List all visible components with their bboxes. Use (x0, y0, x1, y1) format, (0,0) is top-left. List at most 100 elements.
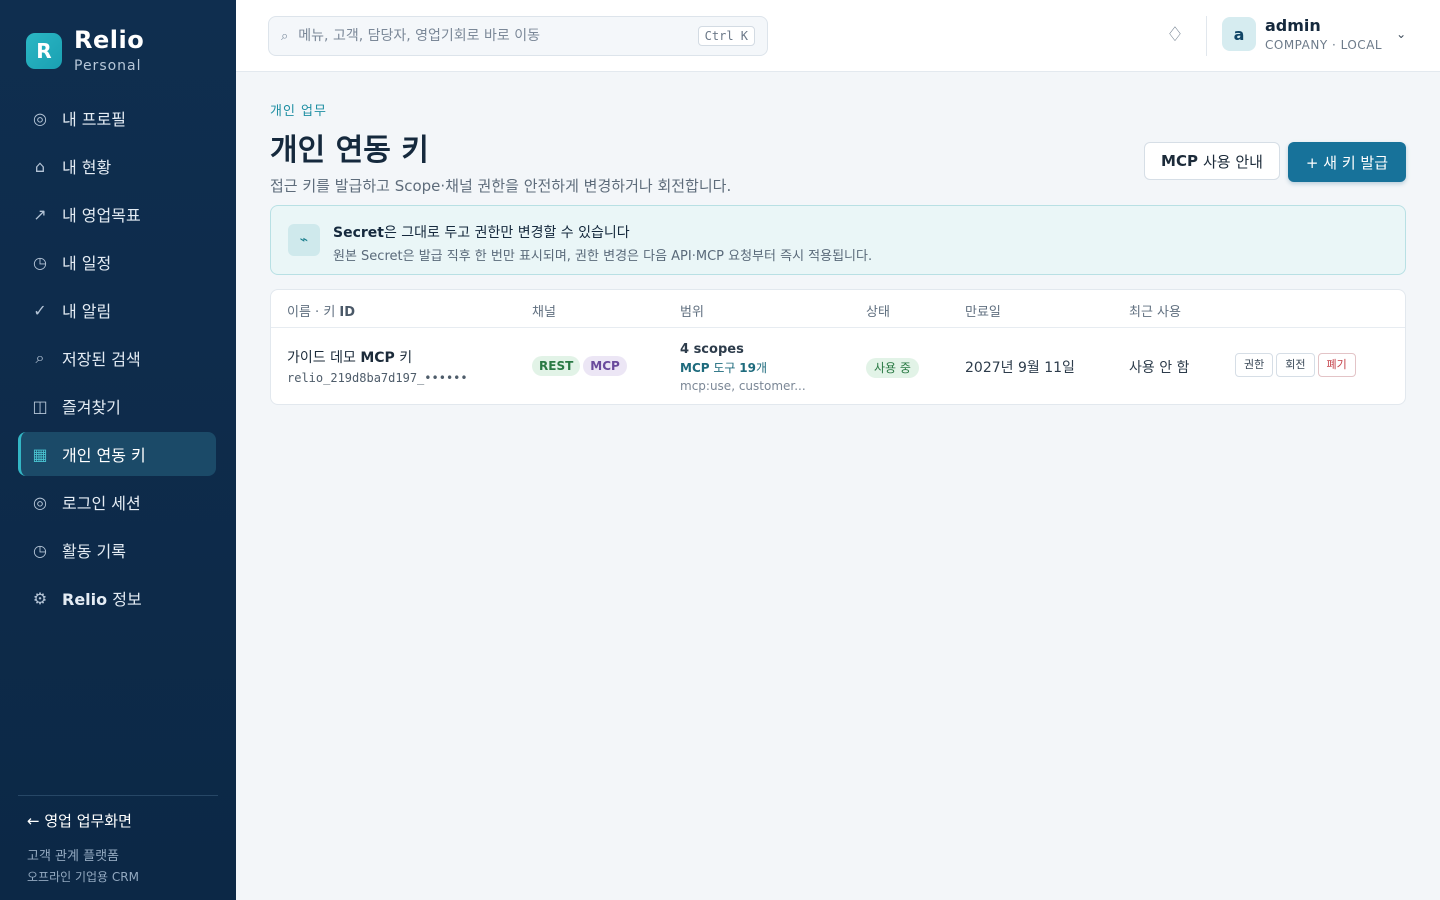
scope-mcp-tools: MCP 도구 19개 (680, 359, 806, 376)
main-content: 개인 업무 개인 연동 키 접근 키를 발급하고 Scope·채널 권한을 안전… (270, 100, 1406, 405)
topbar: ⌕ Ctrl K ♢ a admin COMPANY · LOCAL ⌄ (236, 0, 1440, 72)
mcp-guide-button-bold: MCP (1161, 152, 1198, 170)
divider (1206, 16, 1207, 56)
channel-cell: REST MCP (532, 355, 630, 376)
keys-table: 이름 · 키 ID 채널 범위 상태 만료일 최근 사용 가이드 데모 MCP … (270, 289, 1406, 405)
clock-icon: ◷ (33, 252, 47, 272)
sidebar-item-label-bold: Relio (62, 590, 108, 609)
key-name-bold: MCP (360, 350, 395, 366)
sidebar-item-label: 내 알림 (62, 302, 112, 321)
scope-mcp-bold: MCP (680, 361, 710, 375)
sidebar-item-login-sessions[interactable]: ◎ 로그인 세션 (18, 480, 216, 524)
column-header-expiry: 만료일 (965, 305, 1001, 320)
page-actions: MCP 사용 안내 + 새 키 발급 (1144, 142, 1406, 182)
permission-button[interactable]: 권한 (1235, 353, 1274, 377)
scope-list: mcp:use, customer... (680, 379, 806, 393)
sidebar-item-activity-log[interactable]: ◷ 활동 기록 (18, 528, 216, 572)
breadcrumb[interactable]: 개인 업무 (270, 100, 1406, 119)
brand[interactable]: R Relio Personal (26, 28, 144, 74)
sidebar-item-sales-goals[interactable]: ↗ 내 영업목표 (18, 192, 216, 236)
table-row: 가이드 데모 MCP 키 relio_219d8ba7d197_•••••• R… (271, 328, 1405, 404)
key-name-suffix: 키 (394, 350, 413, 366)
column-header-status: 상태 (866, 305, 890, 320)
scope-mcp-count: 19 (739, 361, 756, 375)
user-name: admin (1265, 16, 1321, 35)
key-grid-icon: ▦ (32, 444, 48, 464)
row-actions: 권한 회전 폐기 (1235, 353, 1359, 377)
notice-title: Secret은 그대로 두고 권한만 변경할 수 있습니다 (333, 222, 630, 242)
sidebar-item-favorites[interactable]: ◫ 즐겨찾기 (18, 384, 216, 428)
column-header-last-used: 최근 사용 (1129, 305, 1181, 320)
expiry-date: 2027년 9월 11일 (965, 360, 1075, 376)
status-badge: 사용 중 (866, 358, 919, 378)
key-id: relio_219d8ba7d197_•••••• (287, 371, 468, 385)
notification-icon[interactable]: ♢ (1166, 22, 1184, 46)
back-to-sales-link[interactable]: ← 영업 업무화면 (18, 810, 218, 831)
footer-product: 오프라인 기업용 CRM (27, 870, 139, 884)
sidebar-item-label: 즐겨찾기 (62, 398, 121, 417)
sidebar-item-label: 활동 기록 (62, 542, 126, 561)
sidebar-footer: ← 영업 업무화면 고객 관계 플랫폼 오프라인 기업용 CRM (18, 795, 218, 885)
global-search[interactable]: ⌕ Ctrl K (268, 16, 768, 56)
sidebar-item-schedule[interactable]: ◷ 내 일정 (18, 240, 216, 284)
sidebar-nav: ◎ 내 프로필 ⌂ 내 현황 ↗ 내 영업목표 ◷ 내 일정 ✓ 내 알림 ⌕ … (18, 96, 216, 624)
scope-mcp-unit: 개 (755, 361, 768, 375)
revoke-button[interactable]: 폐기 (1317, 353, 1356, 377)
notice-description: 원본 Secret은 발급 직후 한 번만 표시되며, 권한 변경은 다음 AP… (333, 249, 873, 264)
rotate-button[interactable]: 회전 (1276, 353, 1315, 377)
column-header-channel: 채널 (532, 305, 556, 320)
user-info: admin COMPANY · LOCAL (1265, 16, 1382, 52)
sidebar-item-label: 내 영업목표 (62, 206, 141, 225)
user-menu[interactable]: a admin COMPANY · LOCAL ⌄ (1222, 16, 1406, 52)
sidebar-item-label: 내 현황 (62, 158, 112, 177)
column-header-scope: 범위 (680, 305, 704, 320)
column-header-name-prefix: 이름 · 키 (287, 305, 340, 320)
session-icon: ◎ (33, 492, 47, 512)
chevron-down-icon: ⌄ (1396, 27, 1407, 41)
search-icon: ⌕ (35, 348, 45, 367)
scope-cell: 4 scopes MCP 도구 19개 mcp:use, customer... (680, 342, 806, 393)
footer-tagline: 고객 관계 플랫폼 (27, 849, 119, 864)
sidebar-item-relio-info[interactable]: ⚙ Relio 정보 (18, 576, 216, 620)
column-header-name: 이름 · 키 ID (287, 301, 355, 320)
profile-icon: ◎ (33, 108, 47, 128)
user-org: COMPANY · LOCAL (1265, 38, 1383, 52)
sidebar-item-label: 개인 연동 키 (62, 446, 146, 465)
sidebar-item-saved-search[interactable]: ⌕ 저장된 검색 (18, 336, 216, 380)
secret-notice: ⌁ Secret은 그대로 두고 권한만 변경할 수 있습니다 원본 Secre… (270, 205, 1406, 275)
mcp-guide-button[interactable]: MCP 사용 안내 (1144, 142, 1280, 180)
column-header-name-bold: ID (339, 305, 356, 320)
scope-count: 4 scopes (680, 342, 744, 357)
sidebar-item-label: 내 일정 (62, 254, 112, 273)
sidebar-item-notifications[interactable]: ✓ 내 알림 (18, 288, 216, 332)
sidebar-item-label: Relio 정보 (62, 586, 142, 610)
gear-icon: ⚙ (32, 588, 48, 608)
sidebar-item-profile[interactable]: ◎ 내 프로필 (18, 96, 216, 140)
brand-subtitle: Personal (74, 58, 142, 74)
channel-badge-mcp: MCP (583, 356, 627, 376)
key-name-prefix: 가이드 데모 (287, 350, 361, 366)
brand-text: Relio Personal (74, 28, 144, 74)
check-icon: ✓ (33, 300, 47, 320)
status-cell: 사용 중 (866, 357, 919, 378)
bookmark-icon: ◫ (32, 396, 48, 416)
home-icon: ⌂ (34, 156, 46, 176)
channel-badge-rest: REST (532, 356, 581, 376)
scope-mcp-mid: 도구 (709, 361, 740, 375)
sidebar-item-dashboard[interactable]: ⌂ 내 현황 (18, 144, 216, 188)
new-key-button[interactable]: + 새 키 발급 (1287, 142, 1406, 182)
table-header: 이름 · 키 ID 채널 범위 상태 만료일 최근 사용 (271, 290, 1405, 328)
key-name: 가이드 데모 MCP 키 (287, 347, 468, 367)
search-input[interactable] (298, 28, 698, 44)
sidebar-item-label: 저장된 검색 (62, 350, 141, 369)
sidebar-item-label: 내 프로필 (62, 110, 126, 129)
sidebar-item-label-rest: 정보 (107, 590, 142, 609)
mcp-guide-button-label: 사용 안내 (1202, 152, 1263, 171)
sidebar-item-personal-keys[interactable]: ▦ 개인 연동 키 (18, 432, 216, 476)
info-icon: ⌁ (288, 224, 320, 256)
search-icon: ⌕ (281, 28, 289, 44)
sidebar-item-label: 로그인 세션 (62, 494, 141, 513)
avatar: a (1222, 17, 1256, 51)
last-used: 사용 안 함 (1129, 360, 1190, 376)
notice-title-bold: Secret (333, 225, 384, 241)
